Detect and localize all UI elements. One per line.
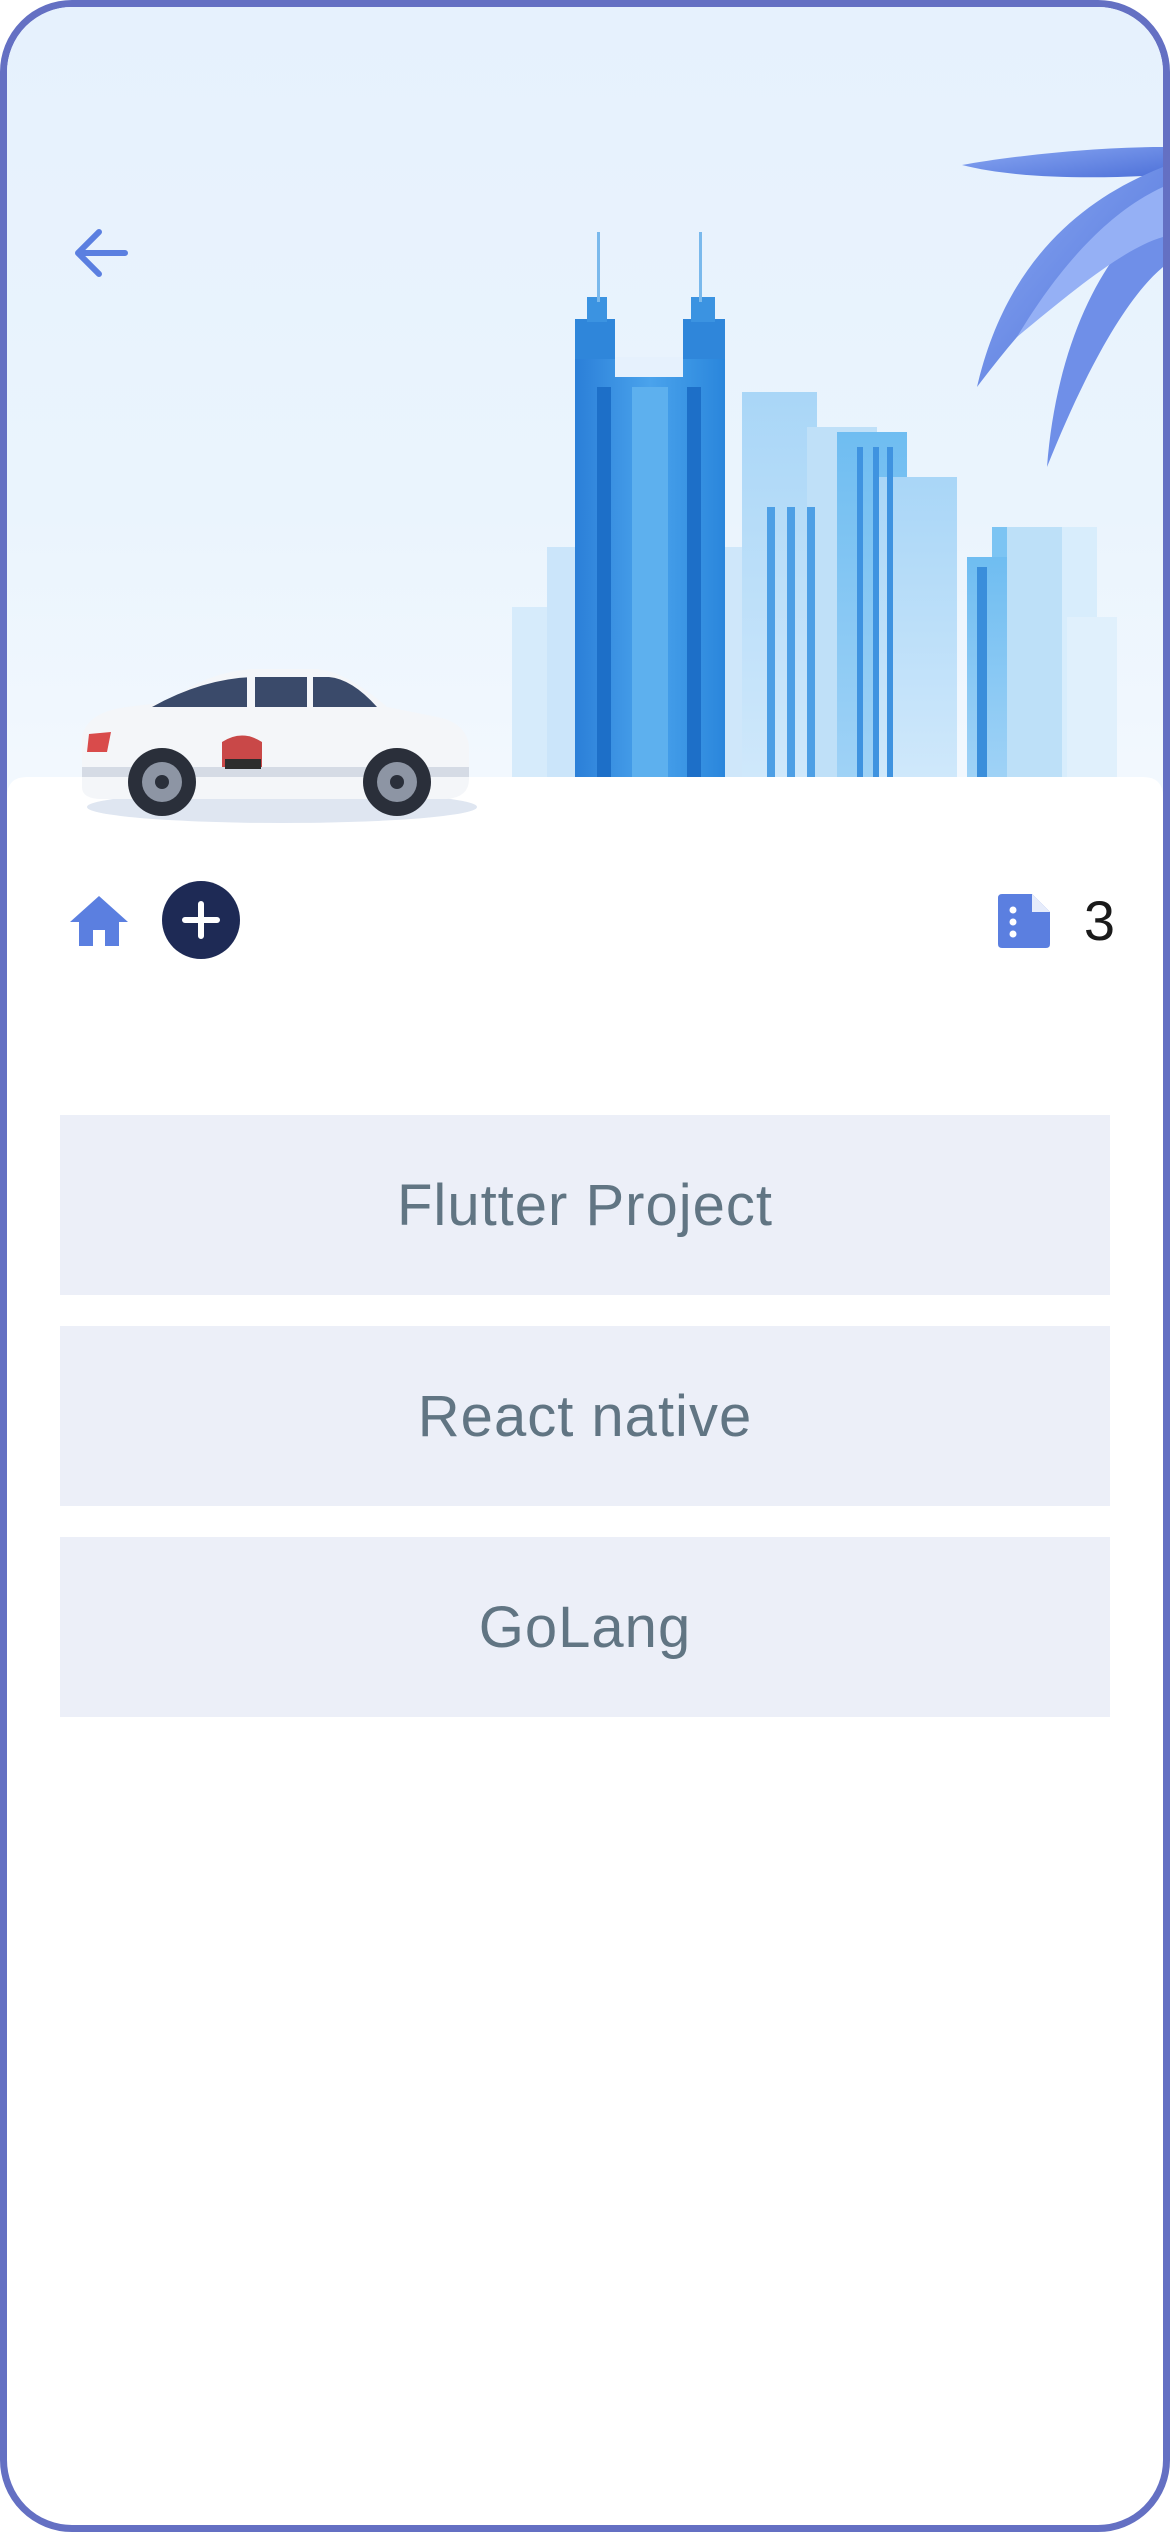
- project-item-label: React native: [417, 1383, 753, 1449]
- plus-icon: [182, 901, 220, 939]
- project-item-golang[interactable]: GoLang: [60, 1537, 1110, 1717]
- toolbar: 3: [7, 857, 1163, 977]
- project-item-react-native[interactable]: React native: [60, 1326, 1110, 1506]
- phone-frame: 3 Flutter Project React native GoLang: [0, 0, 1170, 2532]
- project-item-label: GoLang: [478, 1594, 692, 1660]
- project-list: Flutter Project React native GoLang: [60, 1115, 1110, 1748]
- project-item-label: Flutter Project: [397, 1172, 773, 1238]
- back-button[interactable]: [65, 217, 137, 289]
- document-icon: [997, 894, 1050, 948]
- project-item-flutter[interactable]: Flutter Project: [60, 1115, 1110, 1295]
- arrow-left-icon: [75, 229, 128, 277]
- header-illustration: [7, 7, 1163, 837]
- home-button[interactable]: [63, 885, 135, 957]
- add-project-button[interactable]: [162, 881, 240, 959]
- city-skyline-illustration: [7, 7, 1163, 837]
- project-count: 3: [996, 883, 1115, 959]
- home-icon: [70, 896, 128, 946]
- project-count-value: 3: [1083, 889, 1115, 952]
